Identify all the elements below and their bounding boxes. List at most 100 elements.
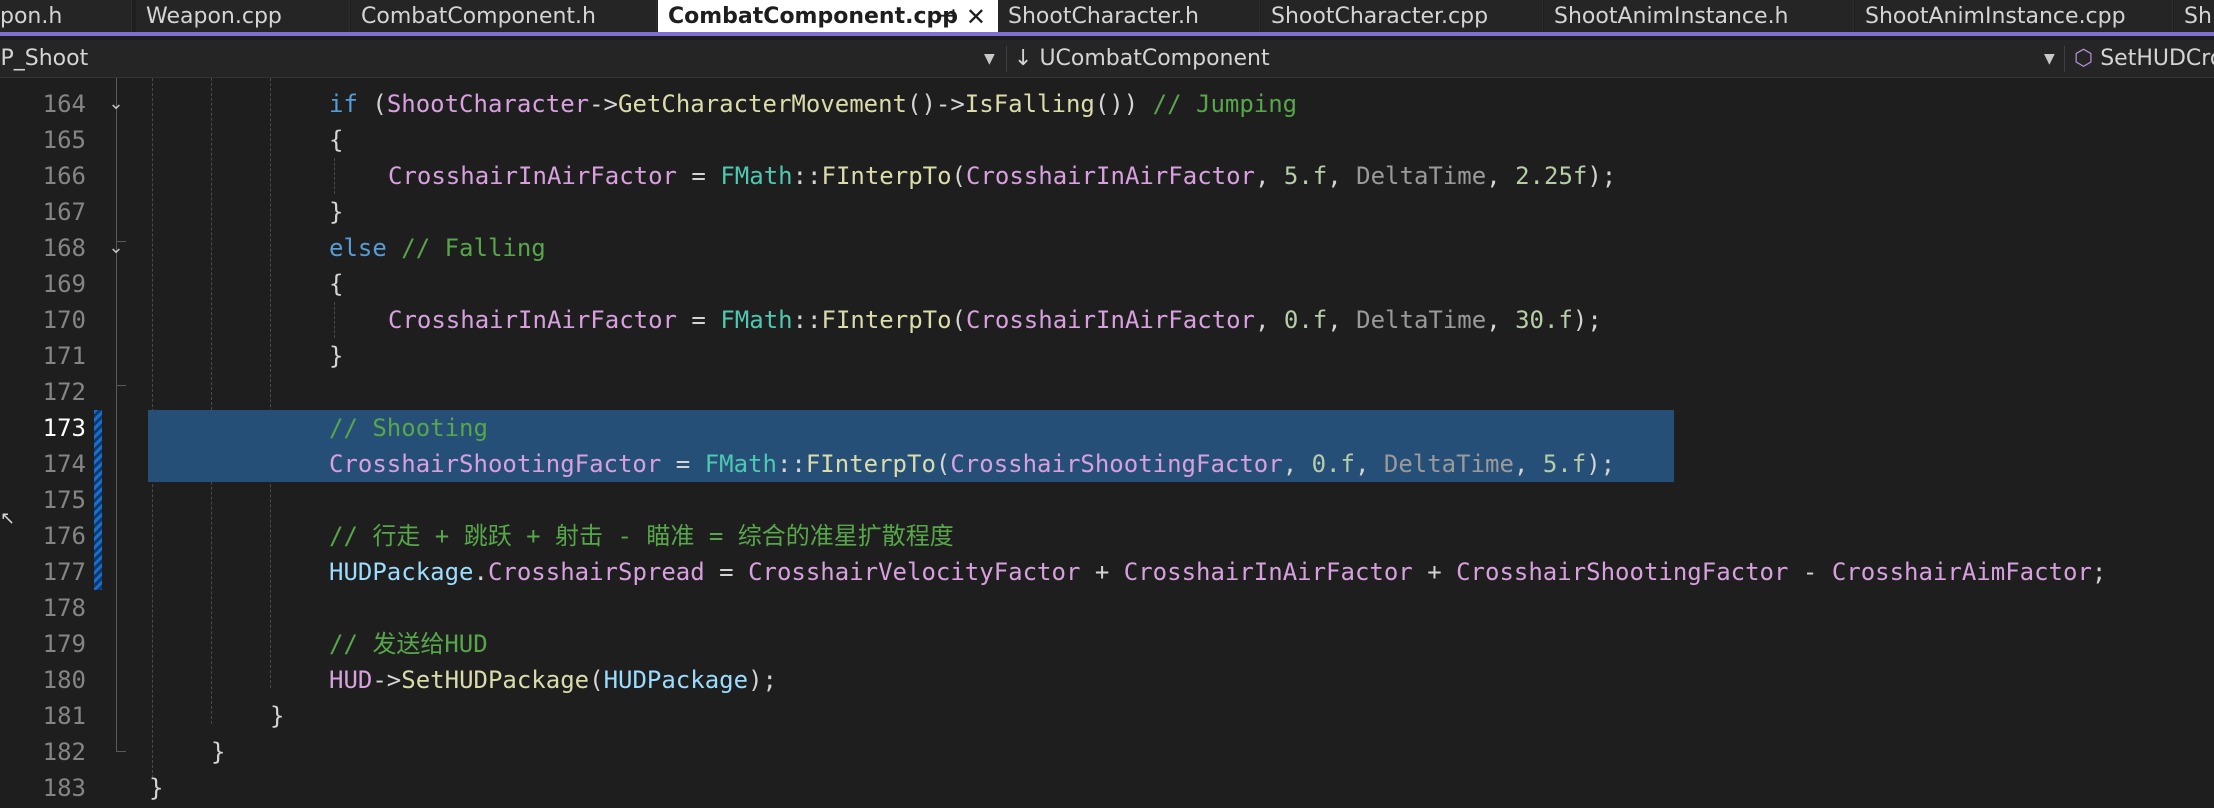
line-number: 171 [42, 342, 86, 370]
code-token: , [1254, 162, 1284, 190]
code-token: CrosshairShootingFactor [1456, 558, 1789, 586]
code-token: , [1354, 450, 1384, 478]
code-token: IsFalling [964, 90, 1095, 118]
project-name: IP_Shoot [0, 46, 89, 71]
fold-chevron-icon[interactable]: ⌄ [106, 238, 126, 258]
line-number: 164 [42, 90, 86, 118]
tab-shootcharacter-cpp[interactable]: ShootCharacter.cpp [1261, 0, 1543, 32]
code-token: HUDPackage [603, 666, 749, 694]
code-token: ; [2091, 558, 2107, 586]
code-token: :: [792, 306, 822, 334]
code-line[interactable]: 177 HUDPackage.CrosshairSpread = Crosshai… [0, 554, 2214, 590]
code-line[interactable]: 175 [0, 482, 2214, 518]
code-token: HUDPackage [329, 558, 474, 586]
code-line[interactable]: 174 CrosshairShootingFactor = FMath::FInt… [0, 446, 2214, 482]
code-line[interactable]: 169 { [0, 266, 2214, 302]
tab-shootaniminstance-h[interactable]: ShootAnimInstance.h [1544, 0, 1854, 32]
line-number: 179 [42, 630, 86, 658]
code-token: -> [372, 666, 402, 694]
member-name: SetHUDCro [2100, 46, 2214, 71]
code-line[interactable]: 167} [0, 194, 2214, 230]
code-editor[interactable]: 163 164⌄if (ShootCharacter->GetCharacter… [0, 78, 2214, 808]
code-token: if [329, 90, 358, 118]
tab-weapon-h[interactable]: pon.h [0, 0, 132, 32]
tab-weapon-cpp[interactable]: Weapon.cpp [136, 0, 350, 32]
code-line[interactable]: 166 CrosshairInAirFactor = FMath::FInterp… [0, 158, 2214, 194]
code-line[interactable]: 165 { [0, 122, 2214, 158]
code-token: ( [935, 450, 951, 478]
code-line[interactable]: 176// 行走 + 跳跃 + 射击 - 瞄准 = 综合的准星扩散程度 [0, 518, 2214, 554]
code-line[interactable]: 179 // 发送给HUD [0, 626, 2214, 662]
close-icon[interactable]: ✕ [966, 0, 986, 32]
chevron-down-icon[interactable]: ▼ [2044, 40, 2055, 78]
code-line[interactable]: 171} [0, 338, 2214, 374]
code-token: , [1282, 450, 1312, 478]
code-token: ()) [1094, 90, 1153, 118]
code-token: + [1412, 558, 1457, 586]
code-token: 5.f [1542, 450, 1587, 478]
code-token: DeltaTime [1356, 306, 1487, 334]
line-number: 166 [42, 162, 86, 190]
pin-icon[interactable]: ⊣ [940, 0, 956, 32]
tab-combatcomponent-h[interactable]: CombatComponent.h [351, 0, 657, 32]
code-token: CrosshairSpread [487, 558, 705, 586]
code-line[interactable]: 164 ⌄ if (ShootCharacter->GetCharacterMove… [0, 86, 2214, 122]
code-token: FInterpTo [821, 306, 952, 334]
project-dropdown[interactable]: IP_Shoot [0, 40, 984, 78]
code-token: ); [1587, 162, 1617, 190]
code-token: -> [589, 90, 619, 118]
code-token: else [329, 234, 387, 262]
code-token: // Jumping [1152, 90, 1298, 118]
code-token: FInterpTo [821, 162, 952, 190]
code-text: // Shooting [329, 410, 488, 446]
tab-overflow[interactable]: Sh [2174, 0, 2214, 32]
code-text: } [329, 194, 343, 230]
code-line[interactable]: 178 [0, 590, 2214, 626]
tab-label: ShootCharacter.h [1008, 4, 1199, 29]
code-token: ( [951, 306, 966, 334]
code-token: ); [748, 666, 777, 694]
line-number: 174 [42, 450, 86, 478]
tab-shootcharacter-h[interactable]: ShootCharacter.h [998, 0, 1260, 32]
line-number: 173 [42, 414, 86, 442]
code-line[interactable]: 183} [0, 770, 2214, 806]
tab-shootaniminstance-cpp[interactable]: ShootAnimInstance.cpp [1855, 0, 2173, 32]
line-number: 170 [42, 306, 86, 334]
member-dropdown[interactable]: ⬡ SetHUDCro [2074, 40, 2214, 78]
code-token: , [1486, 306, 1516, 334]
divider [2064, 46, 2065, 72]
line-number: 165 [42, 126, 86, 154]
code-token: + [1080, 558, 1124, 586]
fold-chevron-icon[interactable]: ⌄ [106, 94, 126, 114]
code-token: } [270, 702, 285, 730]
code-line[interactable]: 182} [0, 734, 2214, 770]
code-token: } [149, 774, 164, 802]
tab-combatcomponent-cpp[interactable]: CombatComponent.cpp ⊣ ✕ [658, 0, 998, 32]
code-token: CrosshairVelocityFactor [748, 558, 1081, 586]
code-line[interactable]: 181} [0, 698, 2214, 734]
chevron-down-icon[interactable]: ▼ [984, 40, 995, 78]
code-line[interactable]: 173 // Shooting [0, 410, 2214, 446]
code-token: DeltaTime [1356, 162, 1487, 190]
code-line[interactable]: 172 [0, 374, 2214, 410]
scope-name: UCombatComponent [1039, 46, 1270, 71]
code-line[interactable]: 180 HUD->SetHUDPackage(HUDPackage); [0, 662, 2214, 698]
tab-label: Sh [2184, 4, 2212, 29]
code-token: , [1254, 306, 1284, 334]
code-token: :: [776, 450, 806, 478]
code-text: CrosshairInAirFactor = FMath::FInterpTo(… [388, 302, 1602, 338]
line-number: 180 [42, 666, 86, 694]
code-line[interactable]: 168 ⌄ else // Falling [0, 230, 2214, 266]
code-text: CrosshairShootingFactor = FMath::FInterp… [329, 446, 1615, 482]
line-number: 177 [42, 558, 86, 586]
code-token: ( [951, 162, 966, 190]
code-token: } [211, 738, 226, 766]
scope-dropdown[interactable]: ↓ UCombatComponent [1014, 40, 2034, 78]
code-token: 2.25f [1515, 162, 1588, 190]
code-line[interactable]: 170 CrosshairInAirFactor = FMath::FInterp… [0, 302, 2214, 338]
code-token: // Falling [401, 234, 546, 262]
code-token: ( [357, 90, 387, 118]
code-token: } [329, 198, 344, 226]
code-token: ShootCharacter [386, 90, 590, 118]
code-token: - [1788, 558, 1832, 586]
